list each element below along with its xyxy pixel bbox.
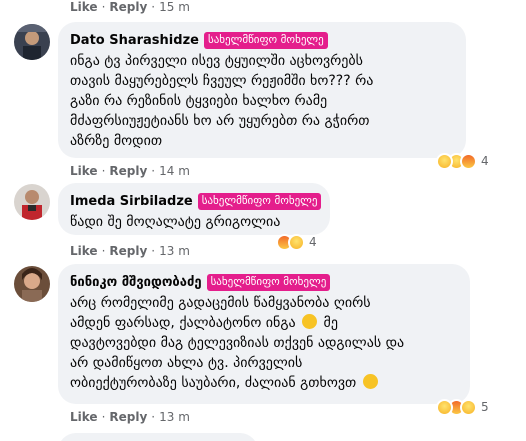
comment-bubble: [58, 433, 258, 441]
reply-button[interactable]: Reply: [109, 244, 147, 258]
haha-reaction-icon: [288, 233, 305, 251]
avatar[interactable]: [14, 184, 50, 220]
haha-reaction-icon: [436, 398, 453, 416]
reply-button[interactable]: Reply: [109, 164, 147, 178]
separator-dot: ·: [151, 0, 156, 14]
comment-timestamp[interactable]: 15 m: [159, 0, 190, 14]
reply-button[interactable]: Reply: [109, 0, 147, 14]
role-badge[interactable]: სახელმწიფო მოხელე: [197, 192, 322, 210]
reply-button[interactable]: Reply: [109, 410, 147, 424]
comment-text: ინგა ტვ პირველი ისევ ტყუილში აცხოვრებს თ…: [70, 53, 374, 149]
reaction-summary[interactable]: 4: [436, 150, 489, 172]
comment-timestamp[interactable]: 13 m: [159, 410, 190, 424]
like-button[interactable]: Like: [70, 164, 98, 178]
reaction-count: 4: [481, 154, 489, 168]
like-button[interactable]: Like: [70, 410, 98, 424]
separator-dot: ·: [151, 244, 156, 258]
reaction-count: 5: [481, 400, 489, 414]
comment-actions: Like · Reply · 13 m: [70, 410, 190, 424]
comment-text: არც რომელიმე გადაცემის წამყვანობა ღირს ა…: [70, 295, 405, 391]
sad-reaction-icon: [460, 398, 477, 416]
reaction-summary[interactable]: 5: [436, 396, 489, 418]
comment-bubble: Dato Sharashidze სახელმწიფო მოხელე ინგა …: [58, 22, 466, 158]
reaction-count: 4: [309, 235, 317, 249]
smile-emoji-icon: [362, 374, 378, 389]
separator-dot: ·: [151, 164, 156, 178]
comment-actions: Like · Reply · 15 m: [70, 0, 190, 14]
comment-bubble: ნინიკო მშვიდობაძე სახელმწიფო მოხელე არც …: [58, 264, 470, 404]
haha-reaction-icon: [436, 152, 453, 170]
like-button[interactable]: Like: [70, 244, 98, 258]
smile-emoji-icon: [302, 314, 318, 329]
comment-timestamp[interactable]: 13 m: [159, 244, 190, 258]
role-badge[interactable]: სახელმწიფო მოხელე: [203, 31, 328, 49]
separator-dot: ·: [101, 244, 106, 258]
separator-dot: ·: [101, 410, 106, 424]
comment-actions: Like · Reply · 13 m: [70, 244, 190, 258]
comment-bubble: Imeda Sirbiladze სახელმწიფო მოხელე წადი …: [58, 183, 330, 235]
reaction-summary[interactable]: 4: [276, 231, 317, 253]
comment-text: წადი შე მოღალატე გრიგოლია: [70, 214, 281, 230]
angry-reaction-icon: [460, 152, 477, 170]
comment-author[interactable]: Dato Sharashidze: [70, 33, 199, 48]
avatar[interactable]: [14, 24, 50, 60]
comment-author[interactable]: ნინიკო მშვიდობაძე: [70, 275, 202, 290]
avatar[interactable]: [14, 266, 50, 302]
comment-timestamp[interactable]: 14 m: [159, 164, 190, 178]
comment-actions: Like · Reply · 14 m: [70, 164, 190, 178]
comment-author[interactable]: Imeda Sirbiladze: [70, 194, 193, 209]
separator-dot: ·: [151, 410, 156, 424]
like-button[interactable]: Like: [70, 0, 98, 14]
separator-dot: ·: [101, 164, 106, 178]
role-badge[interactable]: სახელმწიფო მოხელე: [206, 273, 331, 291]
separator-dot: ·: [101, 0, 106, 14]
